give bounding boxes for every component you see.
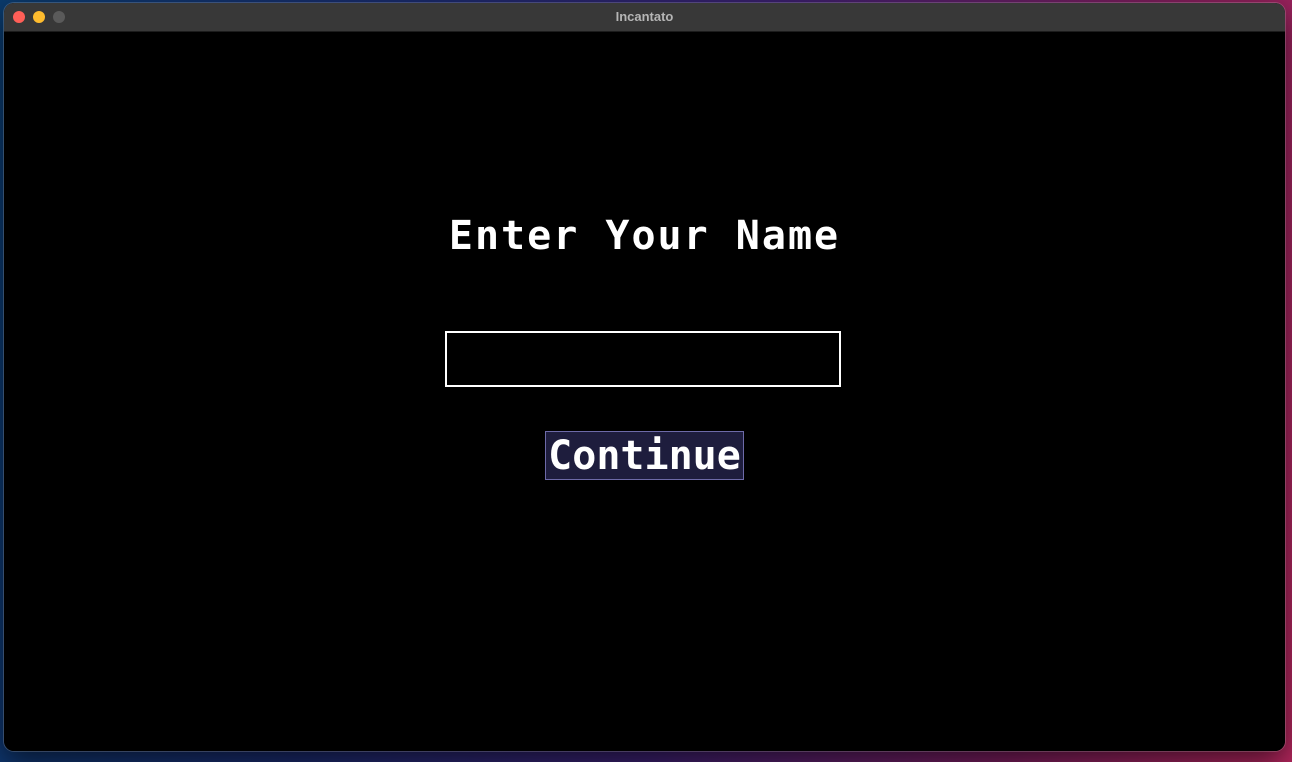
title-bar[interactable]: Incantato [4,3,1285,32]
window-title: Incantato [615,9,674,24]
app-window: Incantato Enter Your Name Continue [4,3,1285,751]
page-title: Enter Your Name [448,213,841,259]
name-input[interactable] [445,331,841,387]
continue-button[interactable]: Continue [545,431,744,480]
name-entry-screen: Enter Your Name Continue [4,32,1285,751]
